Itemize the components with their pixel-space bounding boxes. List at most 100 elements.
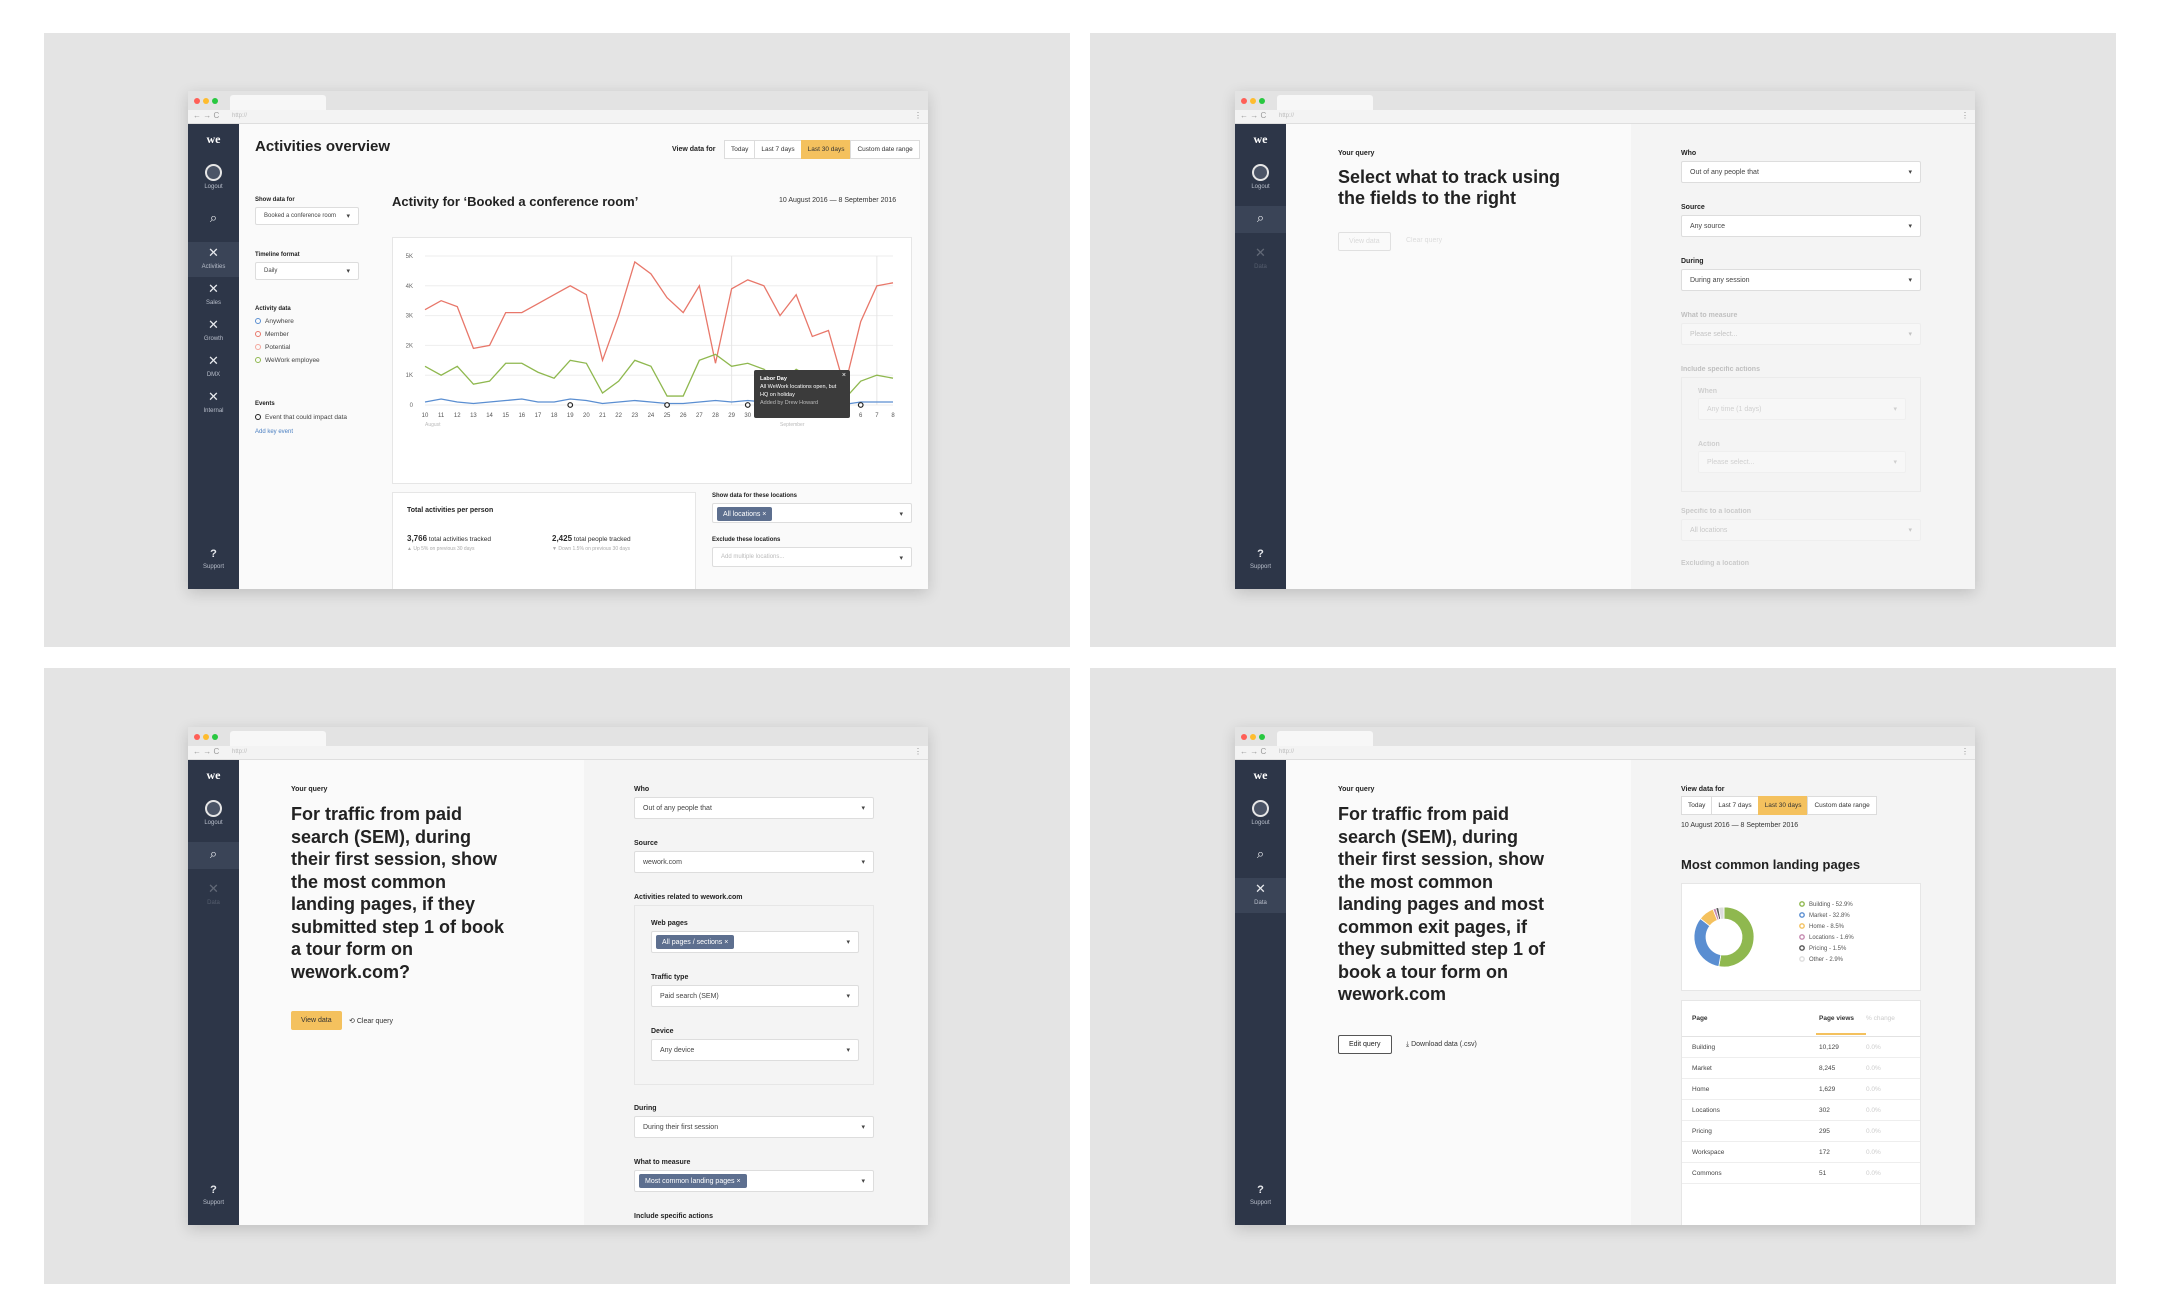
- who-select[interactable]: Out of any people that ▾: [634, 797, 874, 819]
- browser-menu-icon[interactable]: ⋮: [1961, 747, 1969, 756]
- minimize-dot-icon[interactable]: [203, 98, 209, 104]
- maximize-dot-icon[interactable]: [212, 98, 218, 104]
- device-select[interactable]: Any device ▾: [651, 1039, 859, 1061]
- who-select[interactable]: Out of any people that ▾: [1681, 161, 1921, 183]
- legend-potential[interactable]: Potential: [255, 344, 290, 351]
- search-nav[interactable]: ⌕: [1235, 206, 1286, 233]
- legend-member[interactable]: Member: [255, 331, 289, 338]
- close-dot-icon[interactable]: [1241, 98, 1247, 104]
- browser-menu-icon[interactable]: ⋮: [914, 747, 922, 756]
- view-data-button[interactable]: View data: [291, 1011, 342, 1030]
- minimize-dot-icon[interactable]: [1250, 98, 1256, 104]
- source-select[interactable]: Any source ▾: [1681, 215, 1921, 237]
- legend-wework-employee[interactable]: WeWork employee: [255, 357, 320, 364]
- table-row[interactable]: Home 1,629 0.0%: [1682, 1079, 1920, 1100]
- nav-buttons-icon[interactable]: ← → C: [1240, 111, 1266, 120]
- range-last-7[interactable]: Last 7 days: [1711, 796, 1759, 815]
- logout-link[interactable]: Logout: [188, 184, 239, 190]
- source-select[interactable]: wework.com ▾: [634, 851, 874, 873]
- clear-query-link[interactable]: ⟲ Clear query: [349, 1017, 393, 1025]
- range-custom[interactable]: Custom date range: [1807, 796, 1877, 815]
- clear-query-link[interactable]: Clear query: [1406, 237, 1442, 244]
- during-select[interactable]: During any session ▾: [1681, 269, 1921, 291]
- sidebar-item-growth[interactable]: ✕ Growth: [188, 314, 239, 349]
- legend-anywhere[interactable]: Anywhere: [255, 318, 294, 325]
- logout-link[interactable]: Logout: [1235, 820, 1286, 826]
- url-text[interactable]: http://: [232, 749, 247, 755]
- help-icon[interactable]: ?: [1235, 548, 1286, 560]
- maximize-dot-icon[interactable]: [1259, 98, 1265, 104]
- range-today[interactable]: Today: [724, 140, 756, 159]
- col-change[interactable]: % change: [1866, 1015, 1895, 1022]
- browser-tab[interactable]: [230, 731, 326, 746]
- minimize-dot-icon[interactable]: [1250, 734, 1256, 740]
- sidebar-item-sales[interactable]: ✕ Sales: [188, 278, 239, 313]
- logout-link[interactable]: Logout: [1235, 184, 1286, 190]
- range-last-30[interactable]: Last 30 days: [1757, 796, 1809, 815]
- browser-tab[interactable]: [1277, 95, 1373, 110]
- range-today[interactable]: Today: [1681, 796, 1713, 815]
- edit-query-button[interactable]: Edit query: [1338, 1035, 1392, 1054]
- avatar[interactable]: [1252, 800, 1269, 817]
- timeline-select[interactable]: Daily ▾: [255, 262, 359, 280]
- address-bar[interactable]: ← → C http:// ⋮: [1235, 110, 1975, 124]
- col-page[interactable]: Page: [1692, 1015, 1708, 1022]
- download-link[interactable]: ⤓ Download data (.csv): [1406, 1041, 1477, 1049]
- logout-link[interactable]: Logout: [188, 820, 239, 826]
- measure-select[interactable]: Most common landing pages × ▾: [634, 1170, 874, 1192]
- tooltip-close-icon[interactable]: ×: [842, 372, 846, 380]
- nav-buttons-icon[interactable]: ← → C: [1240, 747, 1266, 756]
- web-pages-select[interactable]: All pages / sections × ▾: [651, 931, 859, 953]
- measure-chip[interactable]: Most common landing pages ×: [639, 1174, 747, 1188]
- browser-menu-icon[interactable]: ⋮: [1961, 111, 1969, 120]
- wework-logo[interactable]: we: [188, 768, 239, 783]
- add-key-event-link[interactable]: Add key event: [255, 429, 293, 435]
- nav-buttons-icon[interactable]: ← → C: [193, 747, 219, 756]
- url-text[interactable]: http://: [232, 113, 247, 119]
- browser-tab[interactable]: [230, 95, 326, 110]
- table-row[interactable]: Locations 302 0.0%: [1682, 1100, 1920, 1121]
- maximize-dot-icon[interactable]: [1259, 734, 1265, 740]
- sidebar-item-activities[interactable]: ✕ Activities: [188, 242, 239, 277]
- close-dot-icon[interactable]: [1241, 734, 1247, 740]
- traffic-type-select[interactable]: Paid search (SEM) ▾: [651, 985, 859, 1007]
- exclude-select[interactable]: Add multiple locations... ▾: [712, 547, 912, 567]
- nav-buttons-icon[interactable]: ← → C: [193, 111, 219, 120]
- address-bar[interactable]: ← → C http:// ⋮: [1235, 746, 1975, 760]
- avatar[interactable]: [205, 800, 222, 817]
- avatar[interactable]: [1252, 164, 1269, 181]
- address-bar[interactable]: ← → C http:// ⋮: [188, 110, 928, 124]
- locations-select[interactable]: All locations × ▾: [712, 503, 912, 523]
- col-page-views[interactable]: Page views: [1819, 1015, 1854, 1022]
- address-bar[interactable]: ← → C http:// ⋮: [188, 746, 928, 760]
- search-nav[interactable]: ⌕: [188, 206, 239, 233]
- table-row[interactable]: Commons 51 0.0%: [1682, 1163, 1920, 1184]
- support-link[interactable]: Support: [1235, 1200, 1286, 1206]
- minimize-dot-icon[interactable]: [203, 734, 209, 740]
- table-row[interactable]: Market 8,245 0.0%: [1682, 1058, 1920, 1079]
- support-link[interactable]: Support: [188, 1200, 239, 1206]
- table-row[interactable]: Pricing 295 0.0%: [1682, 1121, 1920, 1142]
- range-last-7[interactable]: Last 7 days: [754, 140, 802, 159]
- help-icon[interactable]: ?: [188, 548, 239, 560]
- help-icon[interactable]: ?: [1235, 1184, 1286, 1196]
- browser-menu-icon[interactable]: ⋮: [914, 111, 922, 120]
- url-text[interactable]: http://: [1279, 749, 1294, 755]
- sidebar-item-dmx[interactable]: ✕ DMX: [188, 350, 239, 385]
- table-row[interactable]: Building 10,129 0.0%: [1682, 1037, 1920, 1058]
- range-custom[interactable]: Custom date range: [850, 140, 920, 159]
- web-pages-chip[interactable]: All pages / sections ×: [656, 935, 735, 949]
- range-last-30[interactable]: Last 30 days: [800, 140, 852, 159]
- view-data-button[interactable]: View data: [1338, 232, 1391, 251]
- search-nav[interactable]: ⌕: [188, 842, 239, 869]
- maximize-dot-icon[interactable]: [212, 734, 218, 740]
- avatar[interactable]: [205, 164, 222, 181]
- support-link[interactable]: Support: [188, 564, 239, 570]
- location-chip[interactable]: All locations ×: [717, 507, 773, 521]
- browser-tab[interactable]: [1277, 731, 1373, 746]
- wework-logo[interactable]: we: [188, 132, 239, 147]
- url-text[interactable]: http://: [1279, 113, 1294, 119]
- support-link[interactable]: Support: [1235, 564, 1286, 570]
- table-row[interactable]: Workspace 172 0.0%: [1682, 1142, 1920, 1163]
- sidebar-item-data[interactable]: ✕ Data: [1235, 878, 1286, 913]
